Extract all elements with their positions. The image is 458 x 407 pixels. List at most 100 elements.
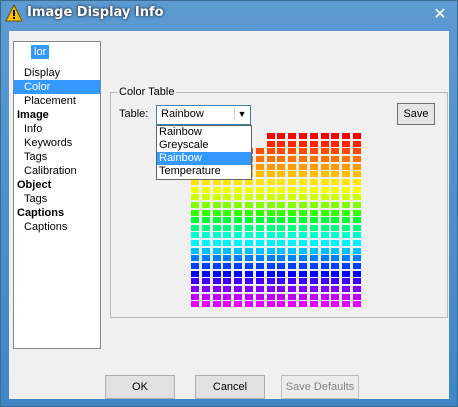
color-swatch[interactable] [245, 194, 253, 200]
color-swatch[interactable] [245, 210, 253, 216]
color-swatch[interactable] [245, 248, 253, 254]
color-swatch[interactable] [299, 263, 307, 269]
sidebar-item-captions[interactable]: Captions [14, 206, 64, 220]
color-swatch[interactable] [353, 179, 361, 185]
color-swatch[interactable] [299, 294, 307, 300]
color-swatch[interactable] [321, 164, 329, 170]
sidebar-item-color[interactable]: Color [14, 80, 100, 94]
color-swatch[interactable] [256, 248, 264, 254]
color-swatch[interactable] [321, 179, 329, 185]
color-swatch[interactable] [353, 210, 361, 216]
color-swatch[interactable] [353, 187, 361, 193]
color-swatch[interactable] [310, 141, 318, 147]
color-swatch[interactable] [331, 217, 339, 223]
color-swatch[interactable] [256, 286, 264, 292]
sidebar-item-info[interactable]: Info [14, 122, 42, 136]
table-dropdown-list[interactable]: Rainbow Greyscale Rainbow Temperature [156, 125, 252, 180]
color-swatch[interactable] [191, 255, 199, 261]
color-swatch[interactable] [277, 133, 285, 139]
color-swatch[interactable] [213, 225, 221, 231]
color-swatch[interactable] [267, 133, 275, 139]
color-swatch[interactable] [310, 164, 318, 170]
color-swatch[interactable] [288, 148, 296, 154]
color-swatch[interactable] [321, 255, 329, 261]
color-swatch[interactable] [342, 148, 350, 154]
color-swatch[interactable] [202, 210, 210, 216]
color-swatch[interactable] [288, 202, 296, 208]
color-swatch[interactable] [267, 202, 275, 208]
color-swatch[interactable] [213, 240, 221, 246]
color-swatch[interactable] [299, 133, 307, 139]
color-swatch[interactable] [234, 271, 242, 277]
color-swatch[interactable] [277, 217, 285, 223]
table-combobox[interactable]: Rainbow ▼ [156, 105, 251, 125]
color-swatch[interactable] [245, 240, 253, 246]
color-swatch[interactable] [202, 294, 210, 300]
color-swatch[interactable] [353, 217, 361, 223]
cancel-button[interactable]: Cancel [195, 375, 265, 399]
color-swatch[interactable] [277, 179, 285, 185]
color-swatch[interactable] [277, 164, 285, 170]
color-swatch[interactable] [321, 286, 329, 292]
color-swatch[interactable] [288, 133, 296, 139]
color-swatch[interactable] [331, 263, 339, 269]
color-swatch[interactable] [331, 210, 339, 216]
color-swatch[interactable] [342, 248, 350, 254]
color-swatch[interactable] [234, 187, 242, 193]
color-swatch[interactable] [223, 255, 231, 261]
color-swatch[interactable] [321, 294, 329, 300]
color-swatch[interactable] [223, 187, 231, 193]
color-swatch[interactable] [331, 240, 339, 246]
color-swatch[interactable] [288, 248, 296, 254]
sidebar-item-tags[interactable]: Tags [14, 150, 47, 164]
color-swatch[interactable] [256, 194, 264, 200]
color-swatch[interactable] [191, 210, 199, 216]
color-swatch[interactable] [234, 263, 242, 269]
color-swatch[interactable] [288, 294, 296, 300]
color-swatch[interactable] [213, 194, 221, 200]
color-swatch[interactable] [331, 148, 339, 154]
color-swatch[interactable] [191, 286, 199, 292]
color-swatch[interactable] [277, 301, 285, 307]
color-swatch[interactable] [288, 278, 296, 284]
color-swatch[interactable] [353, 294, 361, 300]
color-swatch[interactable] [310, 179, 318, 185]
sidebar-item-captions[interactable]: Captions [14, 220, 67, 234]
color-swatch[interactable] [267, 225, 275, 231]
close-button[interactable]: ✕ [427, 3, 453, 25]
color-swatch[interactable] [256, 263, 264, 269]
color-swatch[interactable] [202, 240, 210, 246]
color-swatch[interactable] [310, 225, 318, 231]
color-swatch[interactable] [310, 217, 318, 223]
color-swatch[interactable] [267, 194, 275, 200]
color-swatch[interactable] [321, 248, 329, 254]
color-swatch[interactable] [256, 294, 264, 300]
color-swatch[interactable] [234, 194, 242, 200]
color-swatch[interactable] [234, 255, 242, 261]
color-swatch[interactable] [245, 263, 253, 269]
color-swatch[interactable] [342, 271, 350, 277]
color-swatch[interactable] [202, 194, 210, 200]
color-swatch[interactable] [256, 301, 264, 307]
color-swatch[interactable] [342, 225, 350, 231]
color-swatch[interactable] [277, 294, 285, 300]
color-swatch[interactable] [331, 141, 339, 147]
color-swatch[interactable] [223, 217, 231, 223]
color-swatch[interactable] [234, 232, 242, 238]
color-swatch[interactable] [191, 240, 199, 246]
color-swatch[interactable] [299, 232, 307, 238]
color-swatch[interactable] [213, 301, 221, 307]
color-swatch[interactable] [353, 240, 361, 246]
color-swatch[interactable] [213, 202, 221, 208]
color-swatch[interactable] [288, 263, 296, 269]
color-swatch[interactable] [267, 187, 275, 193]
color-swatch[interactable] [256, 255, 264, 261]
color-swatch[interactable] [321, 271, 329, 277]
color-swatch[interactable] [245, 286, 253, 292]
color-swatch[interactable] [267, 156, 275, 162]
dropdown-option[interactable]: Greyscale [157, 139, 251, 152]
color-swatch[interactable] [245, 202, 253, 208]
color-swatch[interactable] [202, 187, 210, 193]
color-swatch[interactable] [256, 232, 264, 238]
color-swatch[interactable] [256, 187, 264, 193]
